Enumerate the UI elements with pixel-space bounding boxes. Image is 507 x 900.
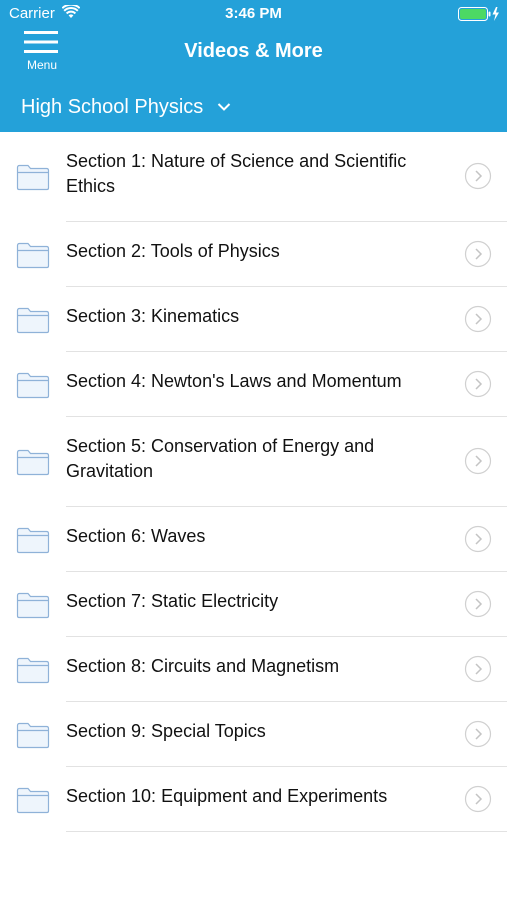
chevron-right-circle-icon[interactable] xyxy=(464,655,492,683)
chevron-right-circle-icon[interactable] xyxy=(464,447,492,475)
chevron-right-circle-icon[interactable] xyxy=(464,525,492,553)
list-item[interactable]: Section 4: Newton's Laws and Momentum xyxy=(0,352,507,417)
list-item-label: Section 5: Conservation of Energy and Gr… xyxy=(66,436,375,481)
list-item[interactable]: Section 6: Waves xyxy=(0,507,507,572)
list-item-label: Section 4: Newton's Laws and Momentum xyxy=(66,371,402,391)
battery-charging-icon xyxy=(458,7,499,21)
list-item[interactable]: Section 3: Kinematics xyxy=(0,287,507,352)
folder-icon xyxy=(16,307,50,333)
section-list: Section 1: Nature of Science and Scienti… xyxy=(0,132,507,832)
status-bar: Carrier 3:46 PM xyxy=(0,0,507,28)
list-item-label: Section 6: Waves xyxy=(66,526,206,546)
page-title: Videos & More xyxy=(184,40,323,62)
course-selector[interactable]: High School Physics xyxy=(21,93,231,121)
folder-icon xyxy=(16,722,50,748)
list-item-label: Section 9: Special Topics xyxy=(66,721,266,741)
list-item[interactable]: Section 1: Nature of Science and Scienti… xyxy=(0,132,507,222)
chevron-right-circle-icon[interactable] xyxy=(464,785,492,813)
list-item[interactable]: Section 10: Equipment and Experiments xyxy=(0,767,507,832)
list-item-label: Section 7: Static Electricity xyxy=(66,591,279,611)
list-item[interactable]: Section 5: Conservation of Energy and Gr… xyxy=(0,417,507,507)
chevron-right-circle-icon[interactable] xyxy=(464,720,492,748)
list-item-label: Section 2: Tools of Physics xyxy=(66,241,280,261)
folder-icon xyxy=(16,242,50,268)
app-header: Carrier 3:46 PM Menu Videos & More High … xyxy=(0,0,507,132)
folder-icon xyxy=(16,372,50,398)
list-item-label: Section 8: Circuits and Magnetism xyxy=(66,656,340,676)
chevron-down-icon xyxy=(218,103,231,111)
folder-icon xyxy=(16,164,50,191)
list-item-label: Section 3: Kinematics xyxy=(66,306,240,326)
list-item[interactable]: Section 9: Special Topics xyxy=(0,702,507,767)
list-item[interactable]: Section 7: Static Electricity xyxy=(0,572,507,637)
folder-icon xyxy=(16,527,50,553)
course-selector-label: High School Physics xyxy=(21,95,204,118)
chevron-right-circle-icon[interactable] xyxy=(464,370,492,398)
status-time: 3:46 PM xyxy=(225,5,282,22)
chevron-right-circle-icon[interactable] xyxy=(464,590,492,618)
list-item[interactable]: Section 2: Tools of Physics xyxy=(0,222,507,287)
folder-icon xyxy=(16,449,50,476)
chevron-right-circle-icon[interactable] xyxy=(464,305,492,333)
list-item-label: Section 10: Equipment and Experiments xyxy=(66,786,388,806)
folder-icon xyxy=(16,592,50,618)
list-item[interactable]: Section 8: Circuits and Magnetism xyxy=(0,637,507,702)
list-item-label: Section 1: Nature of Science and Scienti… xyxy=(66,151,407,196)
folder-icon xyxy=(16,787,50,813)
chevron-right-circle-icon[interactable] xyxy=(464,240,492,268)
chevron-right-circle-icon[interactable] xyxy=(464,162,492,190)
folder-icon xyxy=(16,657,50,683)
row-divider xyxy=(66,831,507,832)
